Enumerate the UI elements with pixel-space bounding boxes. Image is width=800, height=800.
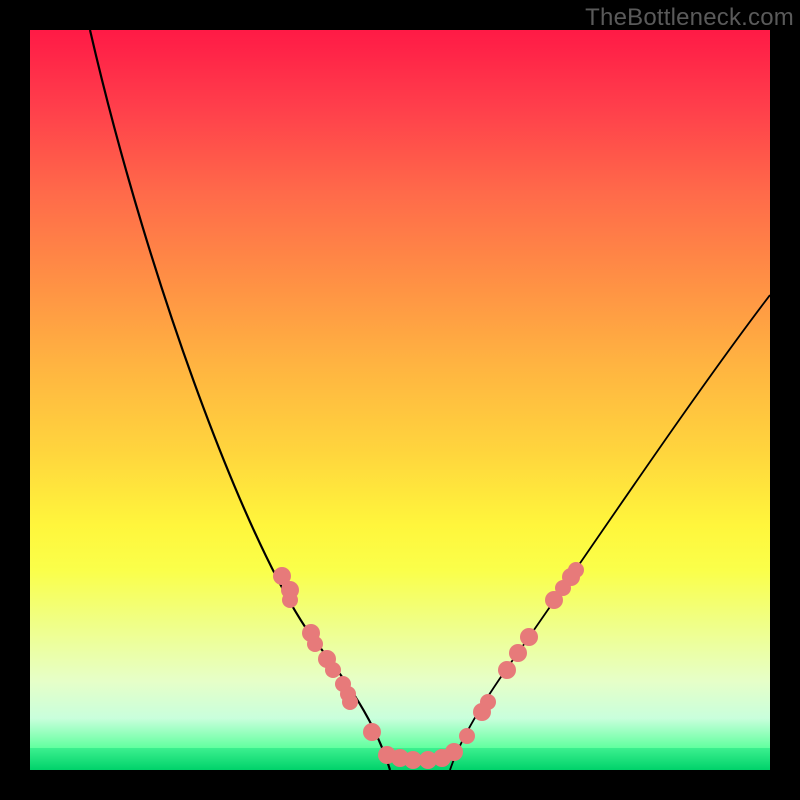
data-dot xyxy=(363,723,381,741)
curve-group xyxy=(90,30,770,770)
data-dot xyxy=(520,628,538,646)
data-dot xyxy=(325,662,341,678)
curve-left-branch xyxy=(90,30,390,770)
watermark-text: TheBottleneck.com xyxy=(585,4,794,32)
data-dot xyxy=(498,661,516,679)
data-dot xyxy=(307,636,323,652)
data-dots-group xyxy=(273,562,584,769)
curve-right-branch xyxy=(450,295,770,770)
data-dot xyxy=(568,562,584,578)
chart-plot-area xyxy=(30,30,770,770)
chart-svg xyxy=(30,30,770,770)
data-dot xyxy=(509,644,527,662)
data-dot xyxy=(342,694,358,710)
data-dot xyxy=(282,592,298,608)
data-dot xyxy=(459,728,475,744)
data-dot xyxy=(445,743,463,761)
data-dot xyxy=(480,694,496,710)
